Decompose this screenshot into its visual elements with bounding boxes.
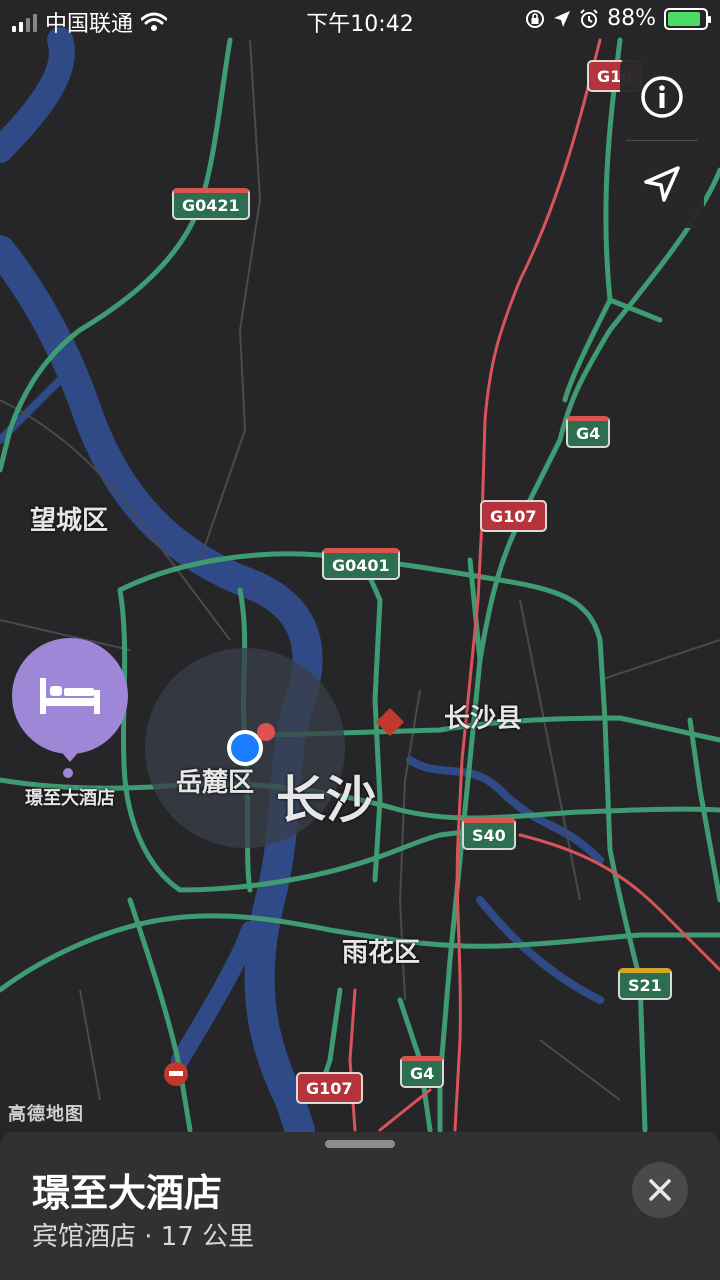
location-arrow-icon xyxy=(644,166,680,202)
hotel-poi-marker[interactable] xyxy=(12,638,128,754)
alarm-icon xyxy=(580,8,598,28)
hotel-poi-label[interactable]: 璟至大酒店 xyxy=(0,784,140,810)
info-icon xyxy=(641,76,683,118)
road-shield-g107-mid: G107 xyxy=(480,500,547,532)
close-icon xyxy=(649,1179,671,1201)
hotel-poi-pointer xyxy=(58,748,82,762)
info-button[interactable] xyxy=(620,54,704,140)
status-bar: 中国联通 下午10:42 88% xyxy=(0,0,720,40)
road-shield-s21: S21 xyxy=(618,968,672,1000)
carrier-label: 中国联通 xyxy=(45,12,134,37)
sheet-grabber[interactable] xyxy=(325,1140,395,1148)
district-label-wangcheng: 望城区 xyxy=(30,506,109,536)
road-shield-s40: S40 xyxy=(462,818,516,850)
road-shield-g0401: G0401 xyxy=(322,548,400,580)
bed-icon xyxy=(40,678,100,714)
place-subtitle: 宾馆酒店 · 17 公里 xyxy=(32,1222,255,1252)
district-label-yuhua: 雨花区 xyxy=(342,938,421,968)
road-shield-g0421: G0421 xyxy=(172,188,250,220)
road-shield-g4-north: G4 xyxy=(566,416,611,448)
place-title: 璟至大酒店 xyxy=(32,1171,223,1215)
clock-time: 下午10:42 xyxy=(306,12,414,37)
battery-percentage: 88% xyxy=(607,6,656,31)
no-entry-bar xyxy=(169,1071,183,1076)
screen-lock-icon xyxy=(526,9,545,28)
place-detail-sheet[interactable]: 璟至大酒店 宾馆酒店 · 17 公里 xyxy=(0,1132,720,1280)
signal-icon xyxy=(12,12,37,32)
city-label-changsha: 长沙 xyxy=(276,771,376,829)
amap-watermark: 高德地图 xyxy=(8,1104,84,1125)
battery-level xyxy=(668,11,700,26)
district-label-changsha-county: 长沙县 xyxy=(444,704,523,734)
road-shield-g107-south: G107 xyxy=(296,1072,363,1104)
road-shield-g4-south: G4 xyxy=(400,1056,445,1088)
battery-charging-icon xyxy=(664,7,711,30)
map-controls xyxy=(620,54,704,228)
location-arrow-icon xyxy=(554,10,571,27)
current-location-dot xyxy=(227,730,263,766)
district-label-yuelu: 岳麓区 xyxy=(176,768,255,798)
close-button[interactable] xyxy=(632,1162,688,1218)
hotel-poi-dot xyxy=(63,768,73,778)
pin-marker xyxy=(257,723,275,741)
locate-me-button[interactable] xyxy=(620,141,704,227)
wifi-icon xyxy=(141,12,168,31)
